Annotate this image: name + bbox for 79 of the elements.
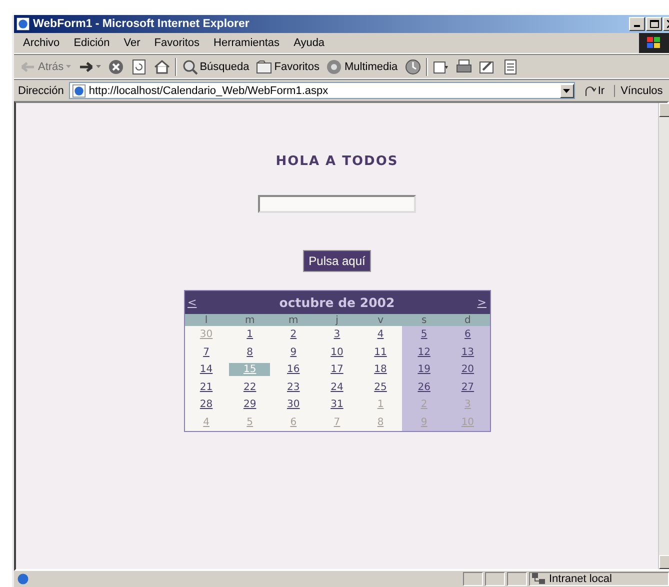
day-link[interactable]: 16 [285, 364, 302, 376]
text-field[interactable] [258, 195, 416, 213]
maximize-icon [650, 20, 658, 28]
day-link[interactable]: 3 [332, 329, 342, 340]
day-link[interactable]: 25 [372, 382, 389, 393]
day-link[interactable]: 4 [375, 329, 386, 340]
zone-label: Intranet local [549, 573, 612, 585]
links-label[interactable]: Vínculos [614, 84, 663, 96]
flag-icon [639, 33, 669, 53]
weekday-header: m [228, 314, 272, 326]
go-button[interactable]: Ir [578, 84, 611, 96]
search-icon [182, 58, 198, 74]
weekday-header: v [358, 314, 402, 326]
print-button[interactable] [454, 58, 474, 76]
document-icon [502, 58, 518, 74]
day-link[interactable]: 10 [328, 346, 346, 358]
day-link[interactable]: 28 [198, 399, 215, 410]
search-button[interactable]: Búsqueda [180, 58, 252, 76]
weekday-header: d [446, 314, 490, 326]
favorites-button[interactable]: Favoritos [254, 58, 322, 76]
next-month-link[interactable]: > [477, 296, 486, 309]
page-icon [16, 572, 30, 586]
window-title: WebForm1 - Microsoft Internet Explorer [33, 18, 250, 30]
weekday-header: j [315, 314, 359, 326]
menu-item[interactable]: Ayuda [286, 37, 332, 49]
menu-item[interactable]: Archivo [16, 37, 67, 49]
menu-item[interactable]: Herramientas [206, 37, 287, 49]
caret-icon [96, 65, 101, 68]
page-heading: HOLA A TODOS [276, 154, 398, 169]
menu-item[interactable]: Edición [66, 37, 117, 49]
print-icon [456, 58, 472, 74]
day-link[interactable]: 7 [201, 346, 212, 358]
disc-icon [326, 58, 342, 74]
previous-month-link[interactable]: < [188, 296, 197, 309]
day-link[interactable]: 8 [244, 346, 256, 358]
folder-icon [256, 58, 272, 74]
day-link[interactable]: 22 [241, 382, 258, 393]
menu-item[interactable]: Ver [116, 37, 148, 49]
day-link[interactable]: 18 [372, 364, 389, 376]
day-link[interactable]: 29 [241, 399, 258, 410]
day-link[interactable]: 17 [328, 364, 346, 376]
month-title: octubre de 2002 [278, 295, 396, 310]
weekday-header: m [272, 314, 316, 326]
address-field[interactable]: http://localhost/Calendario_Web/WebForm1.aspx [68, 82, 575, 99]
page-icon [72, 84, 86, 98]
day-link[interactable]: 30 [285, 399, 302, 410]
maximize-button[interactable] [646, 17, 662, 31]
minimize-button[interactable] [629, 17, 645, 31]
caret-icon [66, 65, 71, 68]
history-button[interactable] [402, 58, 423, 76]
edit-icon [478, 58, 495, 74]
refresh-icon [130, 58, 147, 74]
day-link[interactable]: 9 [288, 346, 299, 358]
day-link[interactable]: 5 [418, 329, 430, 340]
menu-item[interactable]: Favoritos [147, 37, 207, 49]
clock-icon [404, 58, 421, 74]
day-link[interactable]: 31 [328, 399, 346, 410]
stop-icon [108, 58, 124, 74]
browser-icon [16, 17, 30, 31]
day-link[interactable]: 14 [198, 364, 215, 376]
dropdown-button[interactable] [560, 84, 574, 98]
submit-button[interactable]: Pulsa aquí [302, 250, 372, 272]
caret-icon [563, 88, 570, 92]
day-link[interactable]: 24 [328, 382, 346, 393]
day-link[interactable]: 23 [285, 382, 302, 393]
day-link[interactable]: 11 [372, 346, 389, 358]
day-link[interactable]: 21 [198, 382, 215, 393]
weekday-header: s [402, 314, 446, 326]
weekday-header: l [184, 314, 228, 326]
home-button[interactable] [152, 58, 172, 76]
address-label: Dirección [18, 84, 64, 96]
home-icon [154, 58, 170, 74]
day-link[interactable]: 6 [462, 329, 473, 340]
day-link[interactable]: 1 [244, 329, 256, 340]
network-icon [532, 573, 546, 585]
go-arrow-icon [584, 84, 596, 96]
day-link[interactable]: 2 [288, 329, 299, 340]
media-button[interactable]: Multimedia [324, 58, 400, 76]
mail-icon [432, 58, 449, 74]
